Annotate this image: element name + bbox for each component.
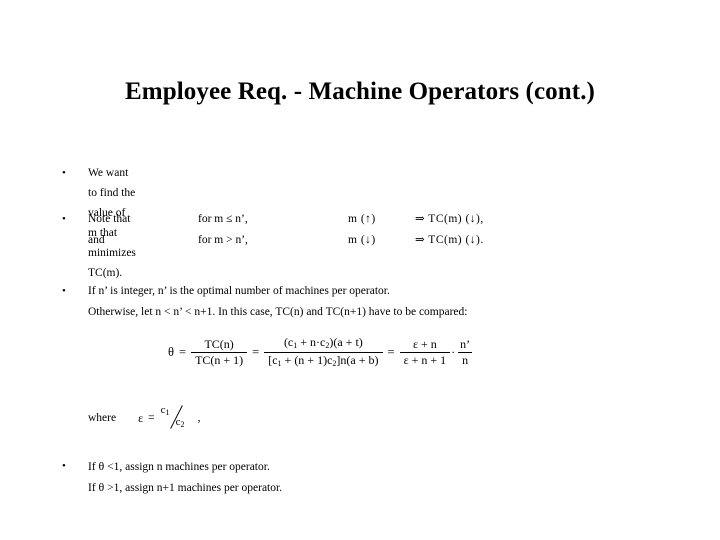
fraction-cost-numerator: (c1 + n·c2)(a + t) (280, 335, 367, 352)
theta-equation: θ = TC(n) TC(n + 1) = (c1 + n·c2)(a + t)… (168, 335, 474, 369)
bullet-4-line-1-pre: If (88, 461, 99, 473)
c2-sub: 2 (180, 420, 185, 429)
note-row-1-m-term: m (↑) (348, 213, 376, 225)
den-part-b: + (n + 1)c (281, 352, 333, 367)
num-part-b: + n·c (297, 335, 326, 349)
equation-equals-3: = (387, 344, 395, 359)
where-label: where (88, 412, 117, 424)
bullet-marker: • (62, 285, 66, 297)
num-part-c: )(a + t) (329, 335, 363, 349)
diagonal-fraction-c1-c2: c1 c2 (160, 404, 194, 431)
fraction-epsilon: ε + n ε + n + 1 (399, 336, 451, 368)
note-row-2-label: and (88, 234, 105, 246)
num-part-a: (c (283, 335, 294, 349)
bullet-marker: • (62, 460, 66, 472)
note-row-1-condition: for m ≤ n’, (198, 213, 248, 225)
slide-canvas: Employee Req. - Machine Operators (cont.… (0, 0, 720, 540)
note-row-1-result: ⇒ TC(m) (↓), (415, 213, 484, 225)
note-row-1-label: Note that (88, 213, 131, 225)
note-row-2-condition: for m > n’, (198, 234, 248, 246)
fraction-tc-denominator: TC(n + 1) (191, 351, 248, 367)
fraction-tc-numerator: TC(n) (204, 336, 234, 351)
note-row-2-m-term: m (↓) (348, 234, 376, 246)
bullet-marker: • (62, 213, 66, 225)
bullet-4-line-2-pre: If (88, 482, 99, 494)
page-title: Employee Req. - Machine Operators (cont.… (125, 78, 595, 105)
bullet-3-line-1: If n’ is integer, n’ is the optimal numb… (88, 285, 390, 297)
bullet-3-line-2: Otherwise, let n < n’ < n+1. In this cas… (88, 306, 468, 318)
equation-equals-2: = (252, 344, 260, 359)
bullet-4-line-1: If θ <1, assign n machines per operator. (88, 456, 270, 477)
where-definition: where ε = c1 c2 , (88, 404, 201, 431)
diagonal-fraction-denominator: c2 (176, 416, 185, 429)
bullet-marker: • (62, 167, 66, 179)
fraction-n-ratio: n’ n (456, 336, 474, 368)
fraction-epsilon-numerator: ε + n (412, 336, 437, 351)
den-part-a: [c (268, 352, 278, 367)
bullet-4-line-2-post: >1, assign n+1 machines per operator. (104, 482, 283, 494)
fraction-epsilon-denominator: ε + n + 1 (399, 351, 451, 367)
where-trailing-comma: , (197, 412, 201, 424)
fraction-n-denominator: n (458, 351, 473, 367)
bullet-4-line-1-post: <1, assign n machines per operator. (104, 461, 270, 473)
equation-equals-1: = (179, 344, 187, 359)
fraction-cost-denominator: [c1 + (n + 1)c2]n(a + b) (264, 351, 383, 369)
note-row-2-result: ⇒ TC(m) (↓). (415, 234, 484, 246)
den-part-c: ]n(a + b) (336, 352, 379, 367)
epsilon-symbol: ε (138, 410, 144, 425)
fraction-n-numerator: n’ (460, 336, 471, 351)
fraction-tc-ratio: TC(n) TC(n + 1) (191, 336, 248, 368)
bullet-4-line-2: If θ >1, assign n+1 machines per operato… (88, 477, 282, 498)
equation-lhs-theta: θ (168, 344, 174, 359)
where-equals: = (148, 412, 155, 424)
fraction-cost-expansion: (c1 + n·c2)(a + t) [c1 + (n + 1)c2]n(a +… (264, 335, 383, 369)
